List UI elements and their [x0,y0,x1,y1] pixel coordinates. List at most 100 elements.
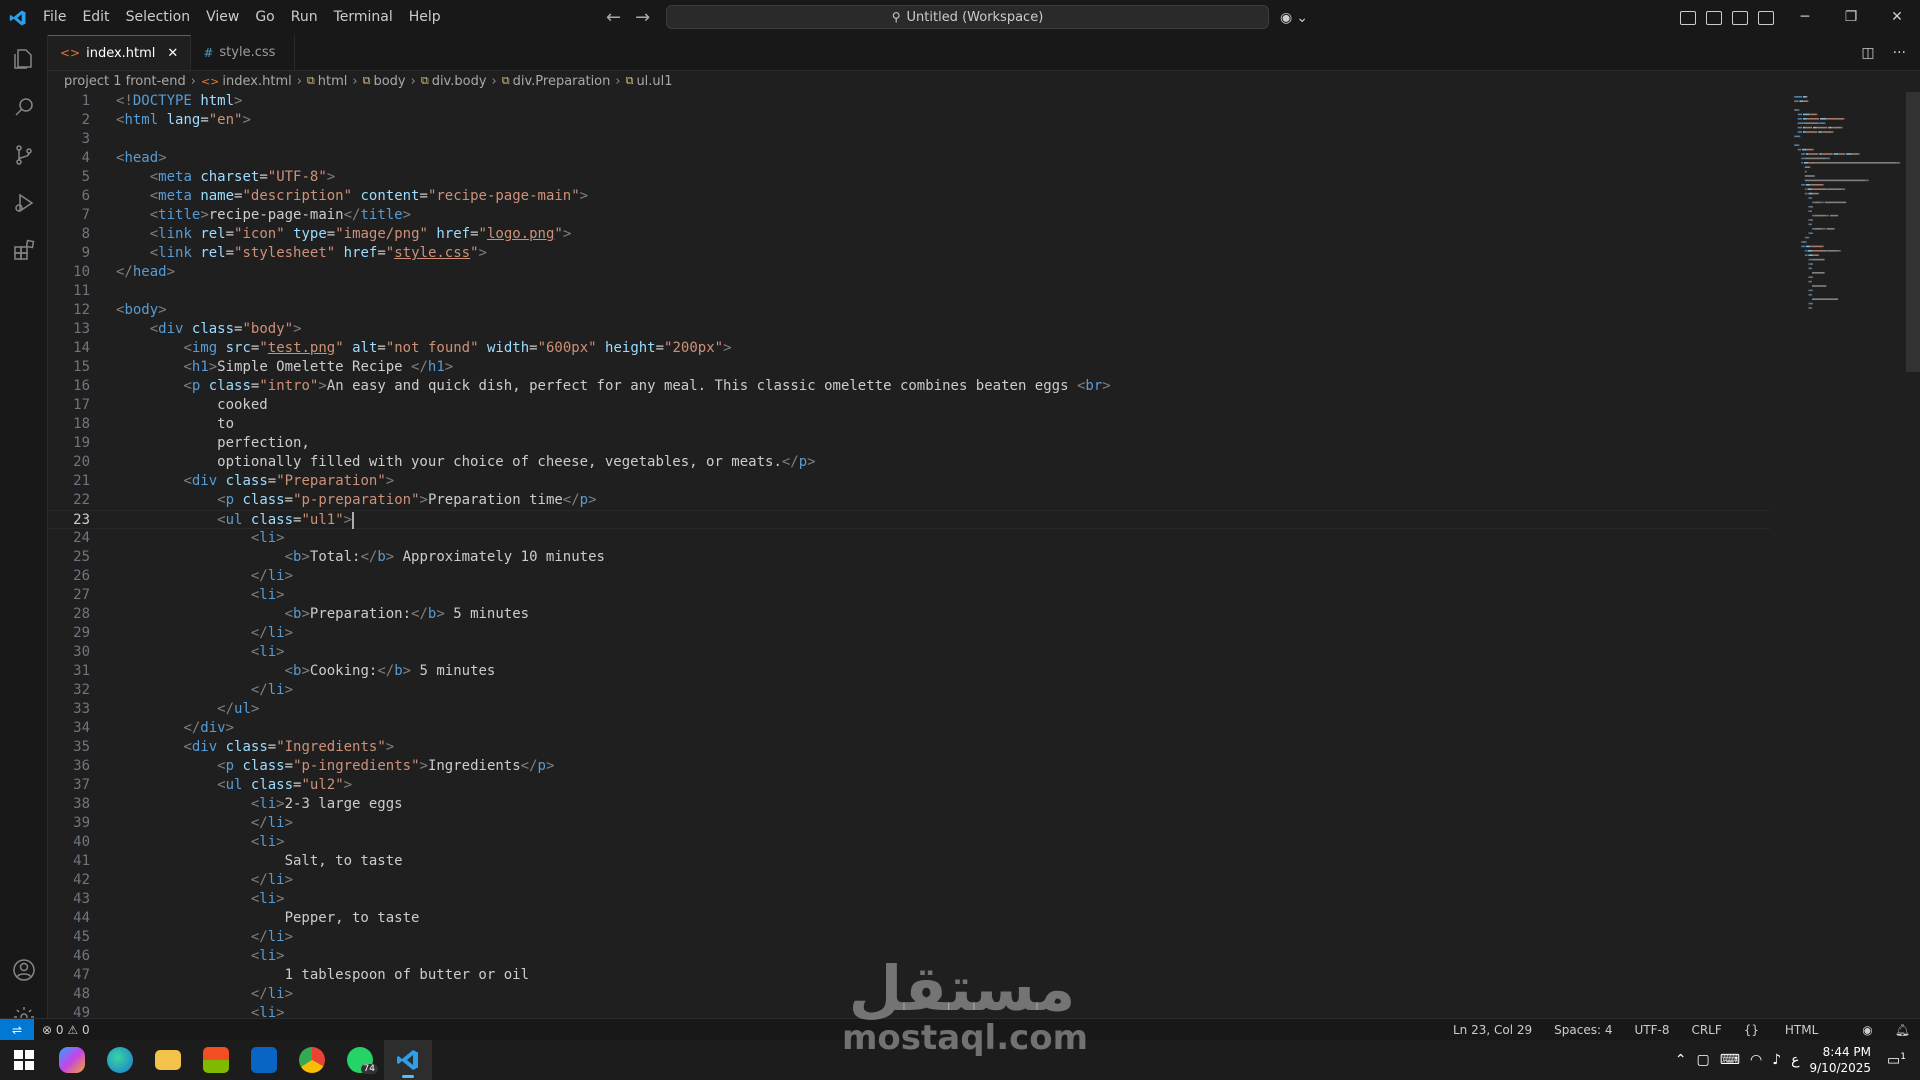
code-line[interactable]: 24 <li> [48,529,1770,548]
code-line[interactable]: 19 perfection, [48,434,1770,453]
wifi-icon[interactable]: ◠ [1750,1052,1762,1068]
code-line[interactable]: 28 <b>Preparation:</b> 5 minutes [48,605,1770,624]
minimize-icon[interactable]: ─ [1782,0,1828,35]
toggle-panel-icon[interactable] [1732,10,1748,25]
editor-scrollbar[interactable] [1906,92,1920,372]
code-line[interactable]: 33 </ul> [48,700,1770,719]
code-line[interactable]: 34 </div> [48,719,1770,738]
code-line[interactable]: 40 <li> [48,833,1770,852]
minimap[interactable] [1790,92,1910,322]
code-line[interactable]: 38 <li>2-3 large eggs [48,795,1770,814]
code-line[interactable]: 31 <b>Cooking:</b> 5 minutes [48,662,1770,681]
code-line[interactable]: 27 <li> [48,586,1770,605]
copilot-app-icon[interactable] [48,1040,96,1080]
code-line[interactable]: 20 optionally filled with your choice of… [48,453,1770,472]
vscode-taskbar-icon[interactable] [384,1040,432,1080]
code-line[interactable]: 23 <ul class="ul1"> [48,510,1770,529]
code-line[interactable]: 29 </li> [48,624,1770,643]
code-line[interactable]: 18 to [48,415,1770,434]
toggle-secondary-sidebar-icon[interactable] [1758,10,1774,25]
code-line[interactable]: 36 <p class="p-ingredients">Ingredients<… [48,757,1770,776]
breadcrumb-item[interactable]: body [373,74,405,89]
clock[interactable]: 8:44 PM 9/10/2025 [1810,1044,1872,1076]
source-control-icon[interactable] [0,131,47,179]
code-line[interactable]: 39 </li> [48,814,1770,833]
indentation[interactable]: Spaces: 4 [1554,1023,1612,1037]
code-line[interactable]: 32 </li> [48,681,1770,700]
menu-help[interactable]: Help [401,0,449,35]
code-line[interactable]: 25 <b>Total:</b> Approximately 10 minute… [48,548,1770,567]
language-mode[interactable]: {} HTML [1744,1023,1841,1037]
command-center[interactable]: ⚲ Untitled (Workspace) [666,5,1269,29]
code-line[interactable]: 37 <ul class="ul2"> [48,776,1770,795]
breadcrumb-item[interactable]: div.body [432,74,487,89]
breadcrumb-item[interactable]: index.html [222,74,291,89]
menu-edit[interactable]: Edit [74,0,117,35]
menu-terminal[interactable]: Terminal [326,0,401,35]
code-line[interactable]: 43 <li> [48,890,1770,909]
copilot-status-icon[interactable]: ◉ [1862,1023,1872,1037]
code-line[interactable]: 45 </li> [48,928,1770,947]
code-line[interactable]: 3 [48,130,1770,149]
code-line[interactable]: 7 <title>recipe-page-main</title> [48,206,1770,225]
run-debug-icon[interactable] [0,179,47,227]
menu-view[interactable]: View [198,0,247,35]
code-line[interactable]: 30 <li> [48,643,1770,662]
code-line[interactable]: 12 <body> [48,301,1770,320]
copilot-button[interactable]: ◉ ⌄ [1280,0,1308,35]
code-line[interactable]: 44 Pepper, to taste [48,909,1770,928]
code-line[interactable]: 17 cooked [48,396,1770,415]
code-line[interactable]: 41 Salt, to taste [48,852,1770,871]
back-arrow-icon[interactable]: ← [606,7,621,28]
code-line[interactable]: 26 </li> [48,567,1770,586]
chevron-up-icon[interactable]: ⌃ [1675,1052,1687,1068]
volume-icon[interactable]: ♪ [1772,1052,1781,1068]
toggle-primary-sidebar-icon[interactable] [1706,10,1722,25]
tab-index-html[interactable]: <> index.html ✕ [48,35,192,70]
breadcrumb-item[interactable]: ul.ul1 [636,74,672,89]
code-line[interactable]: 35 <div class="Ingredients"> [48,738,1770,757]
code-line[interactable]: 13 <div class="body"> [48,320,1770,339]
forward-arrow-icon[interactable]: → [635,7,650,28]
outlook-icon[interactable] [240,1040,288,1080]
encoding[interactable]: UTF-8 [1634,1023,1669,1037]
extensions-icon[interactable] [0,227,47,275]
code-line[interactable]: 10 </head> [48,263,1770,282]
code-line[interactable]: 1 <!DOCTYPE html> [48,92,1770,111]
code-line[interactable]: 2 <html lang="en"> [48,111,1770,130]
file-explorer-icon[interactable] [144,1040,192,1080]
language-icon[interactable]: ع [1791,1052,1799,1068]
notifications-icon[interactable]: ▭1 [1887,1052,1906,1069]
menu-go[interactable]: Go [247,0,282,35]
chrome-icon[interactable] [288,1040,336,1080]
code-line[interactable]: 4 <head> [48,149,1770,168]
close-icon[interactable]: ✕ [167,46,178,61]
code-editor[interactable]: 1 <!DOCTYPE html> 2 <html lang="en"> 3 4 <head… [48,92,1770,1018]
code-line[interactable]: 16 <p class="intro">An easy and quick di… [48,377,1770,396]
search-icon[interactable] [0,83,47,131]
code-line[interactable]: 6 <meta name="description" content="reci… [48,187,1770,206]
accounts-icon[interactable] [0,946,47,994]
problems-indicator[interactable]: ⊗ 0 ⚠ 0 [42,1023,90,1037]
breadcrumb-item[interactable]: div.Preparation [513,74,611,89]
more-actions-icon[interactable]: ··· [1893,45,1906,61]
microsoft-store-icon[interactable] [192,1040,240,1080]
cursor-position[interactable]: Ln 23, Col 29 [1453,1023,1532,1037]
code-line[interactable]: 5 <meta charset="UTF-8"> [48,168,1770,187]
code-line[interactable]: 21 <div class="Preparation"> [48,472,1770,491]
code-line[interactable]: 42 </li> [48,871,1770,890]
input-indicator-icon[interactable]: ⌨ [1720,1052,1740,1068]
explorer-icon[interactable] [0,35,47,83]
menu-selection[interactable]: Selection [118,0,199,35]
edge-browser-icon[interactable] [96,1040,144,1080]
windows-start-icon[interactable] [0,1040,48,1080]
close-window-icon[interactable]: ✕ [1874,0,1920,35]
code-line[interactable]: 9 <link rel="stylesheet" href="style.css… [48,244,1770,263]
whatsapp-icon[interactable]: 74 [336,1040,384,1080]
code-line[interactable]: 14 <img src="test.png" alt="not found" w… [48,339,1770,358]
code-line[interactable]: 15 <h1>Simple Omelette Recipe </h1> [48,358,1770,377]
customize-layout-icon[interactable] [1680,10,1696,25]
split-editor-icon[interactable]: ◫ [1861,45,1874,61]
tab-style-css[interactable]: # style.css [191,35,296,70]
breadcrumb-item[interactable]: project 1 front-end [64,74,186,89]
